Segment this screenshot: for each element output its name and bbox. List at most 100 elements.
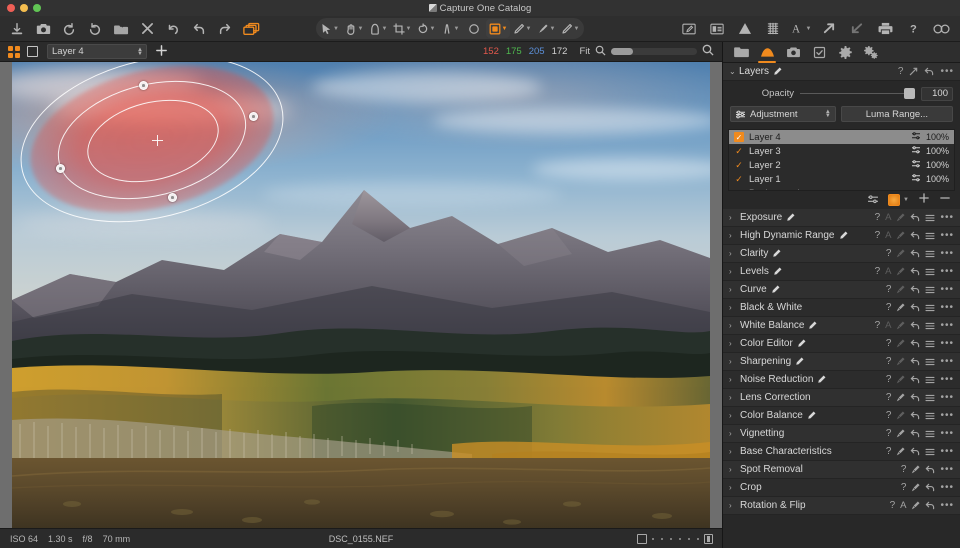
brush-icon[interactable] bbox=[896, 335, 906, 353]
more-options-icon[interactable]: ••• bbox=[940, 284, 954, 294]
help-icon[interactable]: ? bbox=[886, 392, 892, 403]
brush-icon[interactable] bbox=[896, 281, 906, 299]
tool-row-color-editor[interactable]: › Color Editor? ••• bbox=[723, 335, 960, 353]
tool-pen-icon[interactable] bbox=[817, 375, 826, 384]
tool-pen-icon[interactable] bbox=[786, 213, 795, 222]
chevron-right-icon[interactable]: › bbox=[729, 339, 740, 348]
reset-icon[interactable] bbox=[924, 63, 934, 81]
reset-icon[interactable] bbox=[910, 209, 920, 227]
chevron-right-icon[interactable]: › bbox=[729, 375, 740, 384]
layers-pen-icon[interactable] bbox=[773, 63, 782, 81]
tab-batch[interactable] bbox=[859, 42, 883, 62]
help-icon[interactable]: ? bbox=[875, 266, 881, 277]
chevron-right-icon[interactable]: › bbox=[729, 429, 740, 438]
more-options-icon[interactable]: ••• bbox=[940, 392, 954, 402]
help-icon[interactable]: ? bbox=[898, 66, 904, 77]
tool-row-spot-removal[interactable]: › Spot Removal? ••• bbox=[723, 461, 960, 479]
layer-options-icon[interactable] bbox=[867, 191, 879, 209]
auto-adjust-icon[interactable]: A bbox=[885, 266, 891, 277]
layer-row-1[interactable]: ✓ Layer 1 100% bbox=[729, 172, 954, 186]
reset-icon[interactable] bbox=[910, 443, 920, 461]
brush-icon[interactable] bbox=[911, 461, 921, 479]
photo-canvas[interactable] bbox=[12, 62, 710, 528]
auto-adjust-icon[interactable]: A bbox=[900, 500, 906, 511]
reset-icon[interactable] bbox=[160, 18, 186, 40]
zoom-fit-label[interactable]: Fit bbox=[579, 46, 590, 57]
grid-overlay-icon[interactable] bbox=[760, 18, 786, 40]
tool-pen-icon[interactable] bbox=[797, 339, 806, 348]
presets-menu-icon[interactable] bbox=[925, 263, 936, 281]
color-picker-icon[interactable]: ▼ bbox=[366, 19, 390, 38]
presets-menu-icon[interactable] bbox=[925, 389, 936, 407]
chevron-right-icon[interactable]: › bbox=[729, 303, 740, 312]
opacity-value[interactable]: 100 bbox=[921, 86, 953, 101]
gradient-mask-icon[interactable]: ▼ bbox=[486, 19, 510, 38]
more-options-icon[interactable]: ••• bbox=[940, 464, 954, 474]
presets-menu-icon[interactable] bbox=[925, 299, 936, 317]
tool-row-black-white[interactable]: › Black & White? ••• bbox=[723, 299, 960, 317]
more-options-icon[interactable]: ••• bbox=[940, 428, 954, 438]
auto-adjust-icon[interactable]: A bbox=[885, 212, 891, 223]
layer-select-dropdown[interactable]: Layer 4 ▲ ▼ bbox=[47, 44, 147, 59]
draw-mask-icon[interactable]: ▼ bbox=[510, 19, 534, 38]
rotate-tool-icon[interactable]: ▼ bbox=[414, 19, 438, 38]
tool-row-rotation-flip[interactable]: › Rotation & Flip? A ••• bbox=[723, 497, 960, 515]
tool-pen-icon[interactable] bbox=[773, 267, 782, 276]
chevron-right-icon[interactable]: › bbox=[729, 501, 740, 510]
brush-icon[interactable] bbox=[896, 227, 906, 245]
tab-output[interactable] bbox=[833, 42, 857, 62]
tool-row-crop[interactable]: › Crop? ••• bbox=[723, 479, 960, 497]
zoom-out-icon[interactable] bbox=[595, 43, 606, 61]
pin-icon[interactable] bbox=[909, 63, 918, 81]
help-icon[interactable]: ? bbox=[901, 482, 907, 493]
contact-sheet-icon[interactable] bbox=[704, 18, 730, 40]
crop-icon[interactable]: ▼ bbox=[390, 19, 414, 38]
reset-icon[interactable] bbox=[910, 245, 920, 263]
layer-visibility-checkbox[interactable]: ✓ bbox=[734, 174, 744, 184]
auto-adjust-icon[interactable]: A bbox=[885, 320, 891, 331]
tool-row-lens-correction[interactable]: › Lens Correction? ••• bbox=[723, 389, 960, 407]
more-options-icon[interactable]: ••• bbox=[940, 230, 954, 240]
more-options-icon[interactable]: ••• bbox=[940, 66, 954, 76]
help-icon[interactable]: ? bbox=[886, 338, 892, 349]
zoom-slider-thumb[interactable] bbox=[611, 48, 633, 55]
more-options-icon[interactable]: ••• bbox=[940, 446, 954, 456]
more-options-icon[interactable]: ••• bbox=[940, 410, 954, 420]
brush-icon[interactable] bbox=[896, 353, 906, 371]
more-options-icon[interactable]: ••• bbox=[940, 212, 954, 222]
help-icon[interactable]: ? bbox=[886, 428, 892, 439]
more-options-icon[interactable]: ••• bbox=[940, 248, 954, 258]
help-icon[interactable]: ? bbox=[890, 500, 896, 511]
tab-capture[interactable] bbox=[781, 42, 805, 62]
brush-icon[interactable] bbox=[896, 317, 906, 335]
help-icon[interactable]: ? bbox=[875, 212, 881, 223]
heal-clone-icon[interactable]: ▼ bbox=[558, 19, 582, 38]
tool-row-sharpening[interactable]: › Sharpening? ••• bbox=[723, 353, 960, 371]
brush-icon[interactable] bbox=[896, 371, 906, 389]
layer-settings-icon[interactable] bbox=[911, 145, 921, 157]
single-view-icon[interactable] bbox=[27, 46, 38, 57]
tool-row-white-balance[interactable]: › White Balance? A ••• bbox=[723, 317, 960, 335]
tool-row-exposure[interactable]: › Exposure? A ••• bbox=[723, 209, 960, 227]
rotate-left-icon[interactable] bbox=[56, 18, 82, 40]
reset-icon[interactable] bbox=[910, 335, 920, 353]
tool-row-vignetting[interactable]: › Vignetting? ••• bbox=[723, 425, 960, 443]
add-layer-button[interactable] bbox=[918, 191, 930, 209]
help-icon[interactable]: ? bbox=[875, 320, 881, 331]
presets-menu-icon[interactable] bbox=[925, 209, 936, 227]
presets-menu-icon[interactable] bbox=[925, 245, 936, 263]
pan-hand-icon[interactable]: ▼ bbox=[342, 19, 366, 38]
annotation-icon[interactable] bbox=[676, 18, 702, 40]
reset-icon[interactable] bbox=[910, 317, 920, 335]
chevron-right-icon[interactable]: › bbox=[729, 213, 740, 222]
brush-icon[interactable] bbox=[896, 389, 906, 407]
tool-row-base-characteristics[interactable]: › Base Characteristics? ••• bbox=[723, 443, 960, 461]
brush-icon[interactable] bbox=[896, 443, 906, 461]
import-icon[interactable] bbox=[4, 18, 30, 40]
layer-row-4[interactable]: ✓ Layer 4 100% bbox=[729, 130, 954, 144]
reset-icon[interactable] bbox=[910, 353, 920, 371]
tool-row-curve[interactable]: › Curve? ••• bbox=[723, 281, 960, 299]
tool-pen-icon[interactable] bbox=[839, 231, 848, 240]
brush-icon[interactable] bbox=[911, 479, 921, 497]
brush-icon[interactable] bbox=[896, 245, 906, 263]
